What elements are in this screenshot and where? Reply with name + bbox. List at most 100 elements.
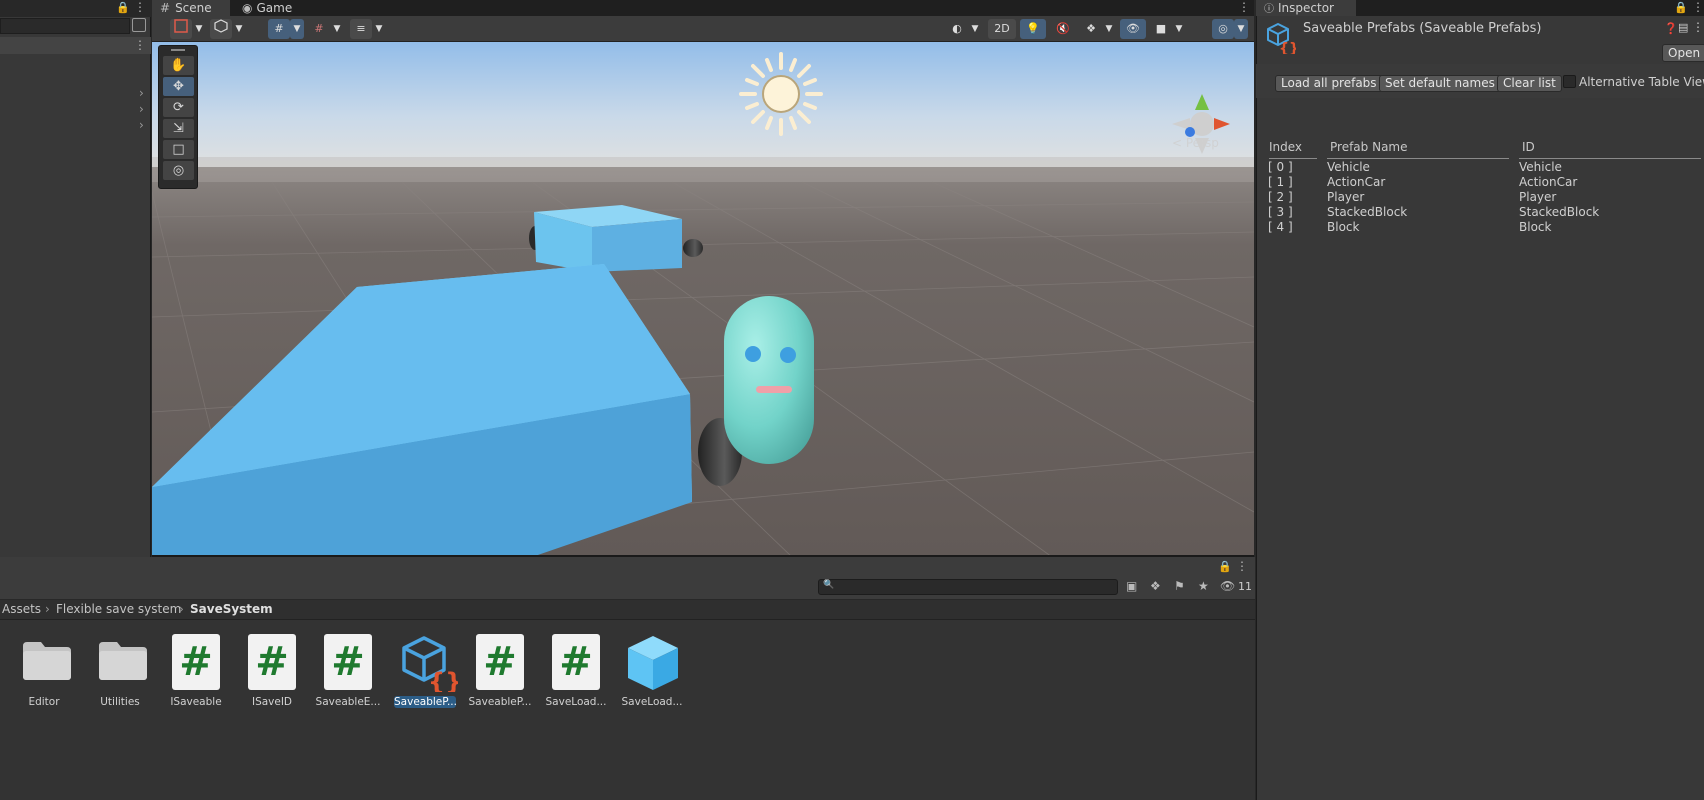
- breadcrumb-separator-icon: ›: [45, 602, 50, 616]
- csharp-script-icon: #: [552, 634, 600, 690]
- pivot-dropdown-icon[interactable]: ▼: [232, 19, 246, 39]
- mode-2d-button[interactable]: 2D: [988, 19, 1016, 39]
- csharp-script-icon: #: [324, 634, 372, 690]
- tab-game[interactable]: ◉ Game: [234, 0, 306, 16]
- search-icon: 🔍: [823, 580, 835, 590]
- kebab-menu-icon[interactable]: ⋮: [134, 0, 146, 14]
- tab-scene-label: Scene: [175, 1, 212, 15]
- camera-icon[interactable]: ■: [1150, 19, 1172, 39]
- lighting-icon[interactable]: 💡: [1020, 19, 1046, 39]
- preset-icon[interactable]: ▤: [1678, 21, 1688, 34]
- audio-icon[interactable]: 🔇: [1050, 19, 1076, 39]
- inspector-lock-icon[interactable]: 🔒: [1674, 1, 1688, 14]
- lock-icon[interactable]: 🔒: [116, 1, 130, 14]
- tab-game-label: Game: [256, 1, 293, 15]
- inspector-tab-bar: ⓘ Inspector 🔒 ⋮: [1256, 0, 1704, 16]
- inspector-kebab-icon[interactable]: ⋮: [1692, 0, 1704, 14]
- tool-palette: ✋ ✥ ⟳ ⇲ □ ◎: [158, 45, 198, 189]
- increment-snap-button[interactable]: #: [308, 19, 330, 39]
- row-id[interactable]: Vehicle: [1519, 160, 1562, 174]
- effects-icon[interactable]: ❖: [1080, 19, 1102, 39]
- camera-projection-label[interactable]: < Persp: [1172, 136, 1219, 150]
- project-lock-icon[interactable]: 🔒: [1218, 560, 1232, 573]
- open-button[interactable]: Open: [1662, 44, 1704, 62]
- align-dropdown-icon[interactable]: ▼: [372, 19, 386, 39]
- asset-label: SaveableP...: [468, 696, 532, 708]
- header-id: ID: [1522, 140, 1535, 154]
- move-tool-icon[interactable]: ✥: [163, 77, 194, 96]
- align-button[interactable]: ≡: [350, 19, 372, 39]
- gizmos-dropdown-icon[interactable]: ▼: [1234, 19, 1248, 39]
- row-index: [ 0 ]: [1268, 160, 1293, 174]
- breadcrumb-savesystem[interactable]: SaveSystem: [190, 602, 273, 616]
- drag-handle[interactable]: [171, 49, 185, 51]
- row-prefab-name[interactable]: Vehicle: [1327, 160, 1370, 174]
- expand-chevron-icon[interactable]: ›: [139, 86, 144, 100]
- help-icon[interactable]: ❓: [1664, 22, 1678, 35]
- hidden-objects-icon[interactable]: 👁: [1120, 19, 1146, 39]
- hierarchy-panel: 🔒 ⋮ ⋮ › › ›: [0, 0, 151, 557]
- folder-icon: [23, 642, 71, 680]
- transform-tool-icon[interactable]: ◎: [163, 161, 194, 180]
- header-name-divider: [1327, 158, 1509, 159]
- hidden-packages-icon[interactable]: 👁: [1220, 579, 1235, 593]
- expand-chevron-icon[interactable]: ›: [139, 118, 144, 132]
- row-prefab-name[interactable]: Block: [1327, 220, 1359, 234]
- breadcrumb-flexible-save-system[interactable]: Flexible save system: [56, 602, 181, 616]
- draw-mode-dropdown-icon[interactable]: ▼: [192, 19, 206, 39]
- asset-label-selected: SaveableP...: [394, 696, 456, 708]
- scale-tool-icon[interactable]: ⇲: [163, 119, 194, 138]
- asset-label: SaveableE...: [315, 696, 381, 708]
- scene-tab-bar: # Scene ◉ Game ⋮: [152, 0, 1254, 16]
- load-all-prefabs-button[interactable]: Load all prefabs: [1275, 75, 1383, 92]
- breadcrumb-assets[interactable]: Assets: [2, 602, 41, 616]
- hierarchy-search-input[interactable]: [0, 18, 130, 34]
- grid-snap-button[interactable]: #: [268, 19, 290, 39]
- shading-dropdown-icon[interactable]: ▼: [968, 19, 982, 39]
- scene-kebab-icon[interactable]: ⋮: [1238, 0, 1250, 14]
- row-id[interactable]: Player: [1519, 190, 1556, 204]
- row-prefab-name[interactable]: ActionCar: [1327, 175, 1385, 189]
- increment-snap-dropdown-icon[interactable]: ▼: [330, 19, 344, 39]
- filter-by-label-icon[interactable]: ⚑: [1174, 579, 1185, 593]
- draw-mode-button[interactable]: [170, 19, 192, 39]
- csharp-script-icon: #: [248, 634, 296, 690]
- pivot-button[interactable]: [210, 19, 232, 39]
- alternative-table-label: Alternative Table View: [1579, 75, 1704, 89]
- scene-menu-icon[interactable]: ⋮: [134, 38, 146, 52]
- search-type-icon[interactable]: [132, 18, 146, 32]
- rotate-tool-icon[interactable]: ⟳: [163, 98, 194, 117]
- unity-editor: 🔒 ⋮ ⋮ › › › # Scene ◉ Game ⋮ ▼ ▼ # ▼ # ▼ ≡…: [0, 0, 1704, 800]
- expand-chevron-icon[interactable]: ›: [139, 102, 144, 116]
- gamepad-icon: ◉: [242, 1, 253, 15]
- hand-tool-icon[interactable]: ✋: [163, 56, 194, 75]
- object-menu-icon[interactable]: ⋮: [1692, 20, 1704, 34]
- clear-list-button[interactable]: Clear list: [1497, 75, 1562, 92]
- breadcrumb: Assets › Flexible save system › SaveSyst…: [0, 600, 1255, 620]
- project-kebab-icon[interactable]: ⋮: [1236, 559, 1248, 573]
- favorite-star-icon[interactable]: ★: [1198, 579, 1209, 593]
- row-prefab-name[interactable]: StackedBlock: [1327, 205, 1407, 219]
- csharp-script-icon: #: [476, 634, 524, 690]
- mode-2d-label: 2D: [994, 22, 1010, 35]
- scene-viewport[interactable]: [152, 42, 1254, 557]
- alternative-table-checkbox[interactable]: [1563, 75, 1576, 88]
- search-type-filter-icon[interactable]: ▣: [1126, 579, 1137, 593]
- rect-tool-icon[interactable]: □: [163, 140, 194, 159]
- grid-snap-dropdown-icon[interactable]: ▼: [290, 19, 304, 39]
- tab-scene[interactable]: # Scene: [152, 0, 230, 16]
- camera-dropdown-icon[interactable]: ▼: [1172, 19, 1186, 39]
- project-search-input[interactable]: 🔍: [818, 579, 1118, 595]
- filter-by-type-icon[interactable]: ❖: [1150, 579, 1161, 593]
- effects-dropdown-icon[interactable]: ▼: [1102, 19, 1116, 39]
- set-default-names-button[interactable]: Set default names: [1379, 75, 1501, 92]
- gizmos-icon[interactable]: ◎: [1212, 19, 1234, 39]
- row-id[interactable]: StackedBlock: [1519, 205, 1599, 219]
- row-prefab-name[interactable]: Player: [1327, 190, 1364, 204]
- folder-icon: [99, 642, 147, 680]
- row-id[interactable]: ActionCar: [1519, 175, 1577, 189]
- tab-inspector[interactable]: ⓘ Inspector: [1256, 0, 1356, 16]
- shading-mode-icon[interactable]: ◐: [946, 19, 968, 39]
- row-id[interactable]: Block: [1519, 220, 1551, 234]
- hierarchy-scene-row[interactable]: ⋮: [0, 37, 151, 54]
